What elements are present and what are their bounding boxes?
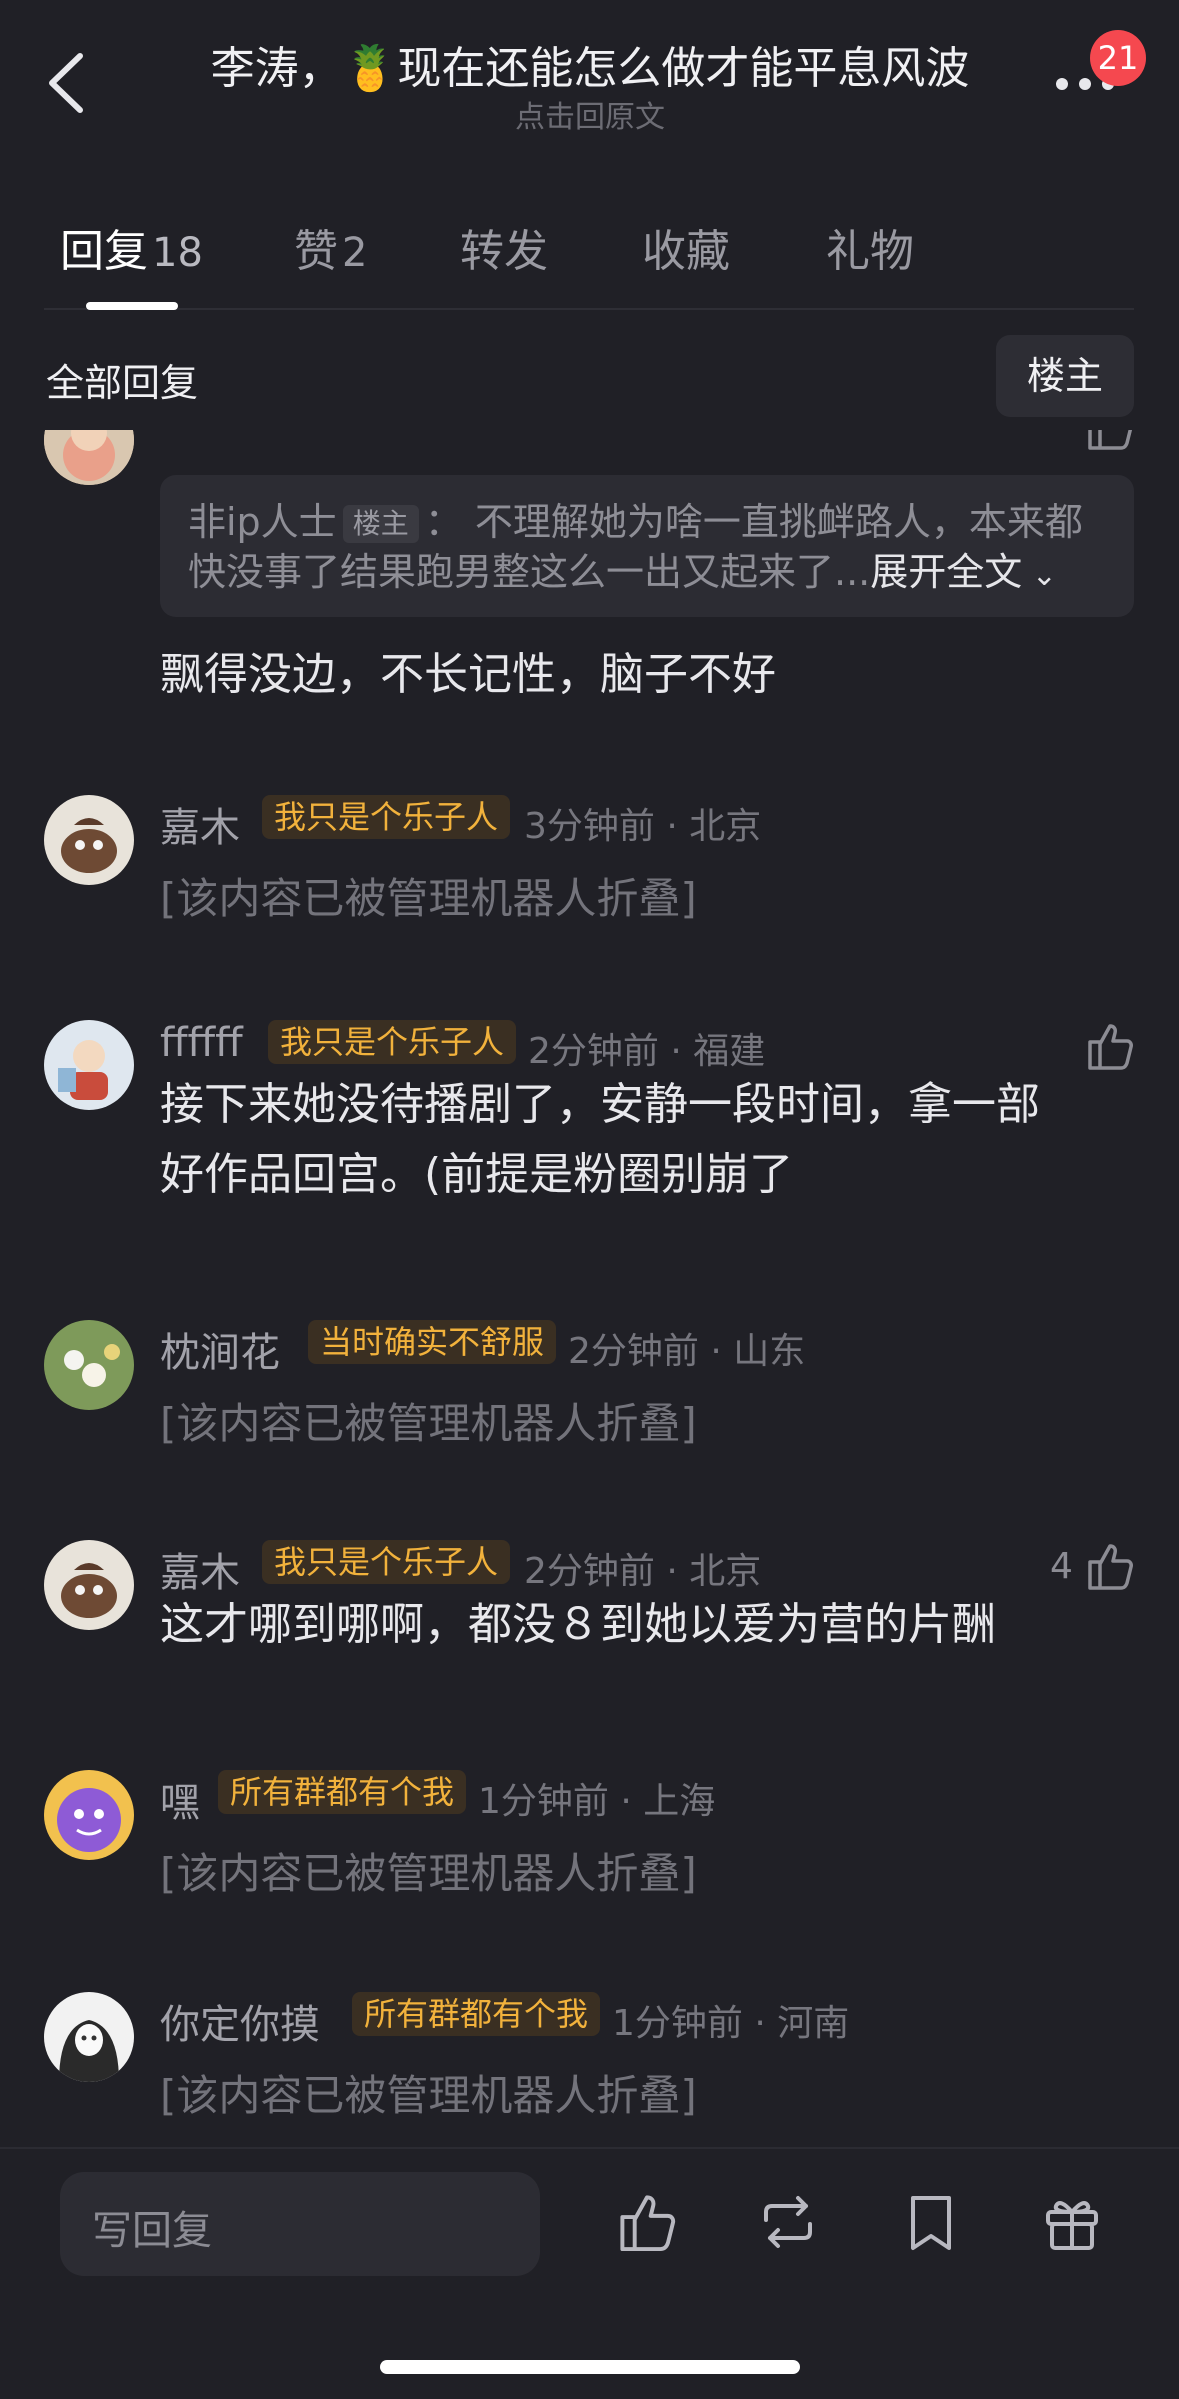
username[interactable]: 枕涧花 [160,1320,280,1378]
tab-replies[interactable]: 回复 18 [60,215,203,279]
folded-content[interactable]: [该内容已被管理机器人折叠] [160,1840,697,1901]
comment-item: 枕涧花 当时确实不舒服 2分钟前 · 山东 [该内容已被管理机器人折叠] [0,1320,1179,1470]
avatar[interactable] [44,1770,134,1860]
comment-meta: 3分钟前 · 北京 [524,806,762,847]
avatar[interactable] [44,1540,134,1630]
reply-placeholder: 写回复 [92,2208,212,2254]
user-tag: 当时确实不舒服 [308,1320,557,1364]
tab-likes[interactable]: 赞2 [294,215,367,279]
comment-item: 嘿 所有群都有个我 1分钟前 · 上海 [该内容已被管理机器人折叠] [0,1770,1179,1920]
user-tag: 所有群都有个我 [218,1770,467,1814]
like-icon[interactable] [1084,1540,1136,1592]
tab-label: 回复 [60,226,148,277]
comment-content: 这才哪到哪啊，都没８到她以爱为营的片酬 [160,1599,996,1650]
tab-label: 礼物 [826,226,914,277]
comment-meta: 2分钟前 · 山东 [568,1331,806,1372]
username[interactable]: ffffff [160,1020,243,1066]
notification-badge: 21 [1090,30,1146,86]
avatar[interactable] [44,430,134,485]
comment-item: 嘉木 我只是个乐子人 2分钟前 · 北京 4 这才哪到哪啊，都没８到她以爱为营的… [0,1540,1179,1690]
tab-favorites[interactable]: 收藏 [642,215,730,279]
comment-meta: 1分钟前 · 河南 [612,2003,850,2044]
comment-item: 非ip人士 楼主： 不理解她为啥一直挑衅路人，本来都快没事了结果跑男整这么一出又起… [0,430,1179,700]
like-icon[interactable] [1084,430,1136,452]
all-replies-label: 全部回复 [46,361,199,405]
op-tag: 楼主 [342,505,419,543]
comment-item: 你定你摸 所有群都有个我 1分钟前 · 河南 [该内容已被管理机器人折叠] [0,1992,1179,2142]
avatar[interactable] [44,1020,134,1110]
tab-divider [44,308,1134,310]
op-only-button[interactable]: 楼主 [996,335,1134,417]
avatar[interactable] [44,795,134,885]
avatar[interactable] [44,1992,134,2082]
quote-author[interactable]: 非ip人士 [188,500,337,544]
like-count: 4 [1050,1546,1073,1587]
tab-label: 赞 [294,226,338,277]
folded-content[interactable]: [该内容已被管理机器人折叠] [160,865,697,926]
reply-input[interactable]: 写回复 [60,2172,540,2276]
like-icon[interactable] [615,2190,679,2254]
avatar[interactable] [44,1320,134,1410]
comment-meta: 2分钟前 · 福建 [528,1031,766,1072]
like-icon[interactable] [1084,1020,1136,1072]
comment-content-line: 好作品回宫。(前提是粉圈别崩了 [160,1149,794,1200]
comment-content-line: 接下来她没待播剧了，安静一段时间，拿一部 [160,1079,1040,1130]
gift-icon[interactable] [1040,2190,1104,2254]
tab-count: 18 [152,230,203,276]
comment-meta: 2分钟前 · 北京 [524,1551,762,1592]
expand-full-text-link[interactable]: 展开全文 [870,550,1022,594]
folded-content[interactable]: [该内容已被管理机器人折叠] [160,2062,697,2123]
home-indicator[interactable] [380,2360,800,2374]
comment-item: ffffff 我只是个乐子人 2分钟前 · 福建 接下来她没待播剧了，安静一段时… [0,1020,1179,1240]
tab-reposts[interactable]: 转发 [460,215,548,279]
username[interactable]: 嘉木 [160,795,240,853]
back-icon[interactable] [40,48,100,118]
user-tag: 所有群都有个我 [352,1992,601,2036]
repost-icon[interactable] [756,2190,820,2254]
active-tab-indicator [86,302,178,310]
tab-label: 收藏 [642,226,730,277]
tab-count: 2 [342,230,368,276]
comment-item: 嘉木 我只是个乐子人 3分钟前 · 北京 [该内容已被管理机器人折叠] [0,795,1179,945]
folded-content[interactable]: [该内容已被管理机器人折叠] [160,1390,697,1451]
chevron-down-icon[interactable]: ⌄ [1022,558,1057,593]
username[interactable]: 嘿 [160,1770,200,1828]
bottom-divider [0,2147,1179,2149]
quote-separator: ： [424,500,463,544]
back-to-post-link[interactable]: 点击回原文 [150,92,1030,136]
comment-list[interactable]: 非ip人士 楼主： 不理解她为啥一直挑衅路人，本来都快没事了结果跑男整这么一出又起… [0,430,1179,2142]
user-tag: 我只是个乐子人 [262,795,511,839]
comment-meta: 1分钟前 · 上海 [478,1781,716,1822]
tab-label: 转发 [460,226,548,277]
bookmark-icon[interactable] [899,2190,963,2254]
tab-gifts[interactable]: 礼物 [826,215,914,279]
user-tag: 我只是个乐子人 [268,1020,517,1064]
username[interactable]: 你定你摸 [160,1992,320,2050]
comment-content: 飘得没边，不长记性，脑子不好 [160,649,776,700]
user-tag: 我只是个乐子人 [262,1540,511,1584]
page-title[interactable]: 李涛，🍍现在还能怎么做才能平息风波 [150,32,1030,96]
quoted-reply[interactable]: 非ip人士 楼主： 不理解她为啥一直挑衅路人，本来都快没事了结果跑男整这么一出又起… [160,475,1134,617]
